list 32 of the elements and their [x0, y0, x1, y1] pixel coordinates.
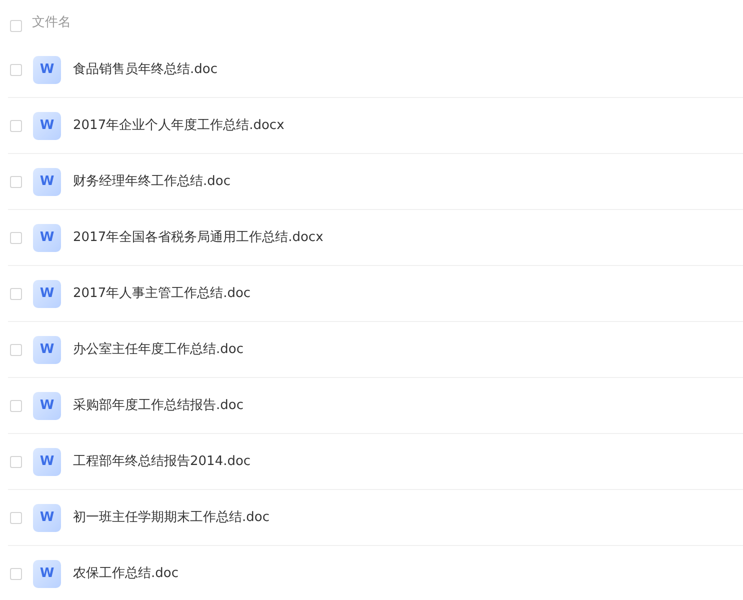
word-file-icon: W: [33, 280, 61, 308]
word-file-icon: W: [33, 224, 61, 252]
checkbox[interactable]: [10, 400, 22, 412]
checkbox[interactable]: [10, 344, 22, 356]
word-file-icon: W: [33, 560, 61, 588]
file-name[interactable]: 初一班主任学期期末工作总结.doc: [73, 508, 270, 528]
file-name[interactable]: 2017年人事主管工作总结.doc: [73, 284, 251, 304]
checkbox[interactable]: [10, 232, 22, 244]
file-name[interactable]: 工程部年终总结报告2014.doc: [73, 452, 251, 472]
column-header: 文件名: [32, 14, 71, 32]
word-file-icon: W: [33, 112, 61, 140]
checkbox[interactable]: [10, 64, 22, 76]
file-name[interactable]: 2017年全国各省税务局通用工作总结.docx: [73, 228, 324, 248]
word-file-icon: W: [33, 392, 61, 420]
file-name[interactable]: 财务经理年终工作总结.doc: [73, 172, 230, 192]
file-name[interactable]: 2017年企业个人年度工作总结.docx: [73, 116, 284, 136]
file-name[interactable]: 食品销售员年终总结.doc: [73, 60, 218, 80]
checkbox[interactable]: [10, 120, 22, 132]
checkbox[interactable]: [10, 568, 22, 580]
word-file-icon: W: [33, 336, 61, 364]
word-file-icon: W: [33, 448, 61, 476]
checkbox[interactable]: [10, 176, 22, 188]
checkbox[interactable]: [10, 20, 22, 32]
word-file-icon: W: [33, 56, 61, 84]
file-name[interactable]: 办公室主任年度工作总结.doc: [73, 340, 244, 360]
checkbox[interactable]: [10, 288, 22, 300]
word-file-icon: W: [33, 504, 61, 532]
checkbox[interactable]: [10, 512, 22, 524]
file-name[interactable]: 农保工作总结.doc: [73, 564, 178, 584]
checkbox[interactable]: [10, 456, 22, 468]
word-file-icon: W: [33, 168, 61, 196]
file-name[interactable]: 采购部年度工作总结报告.doc: [73, 396, 244, 416]
